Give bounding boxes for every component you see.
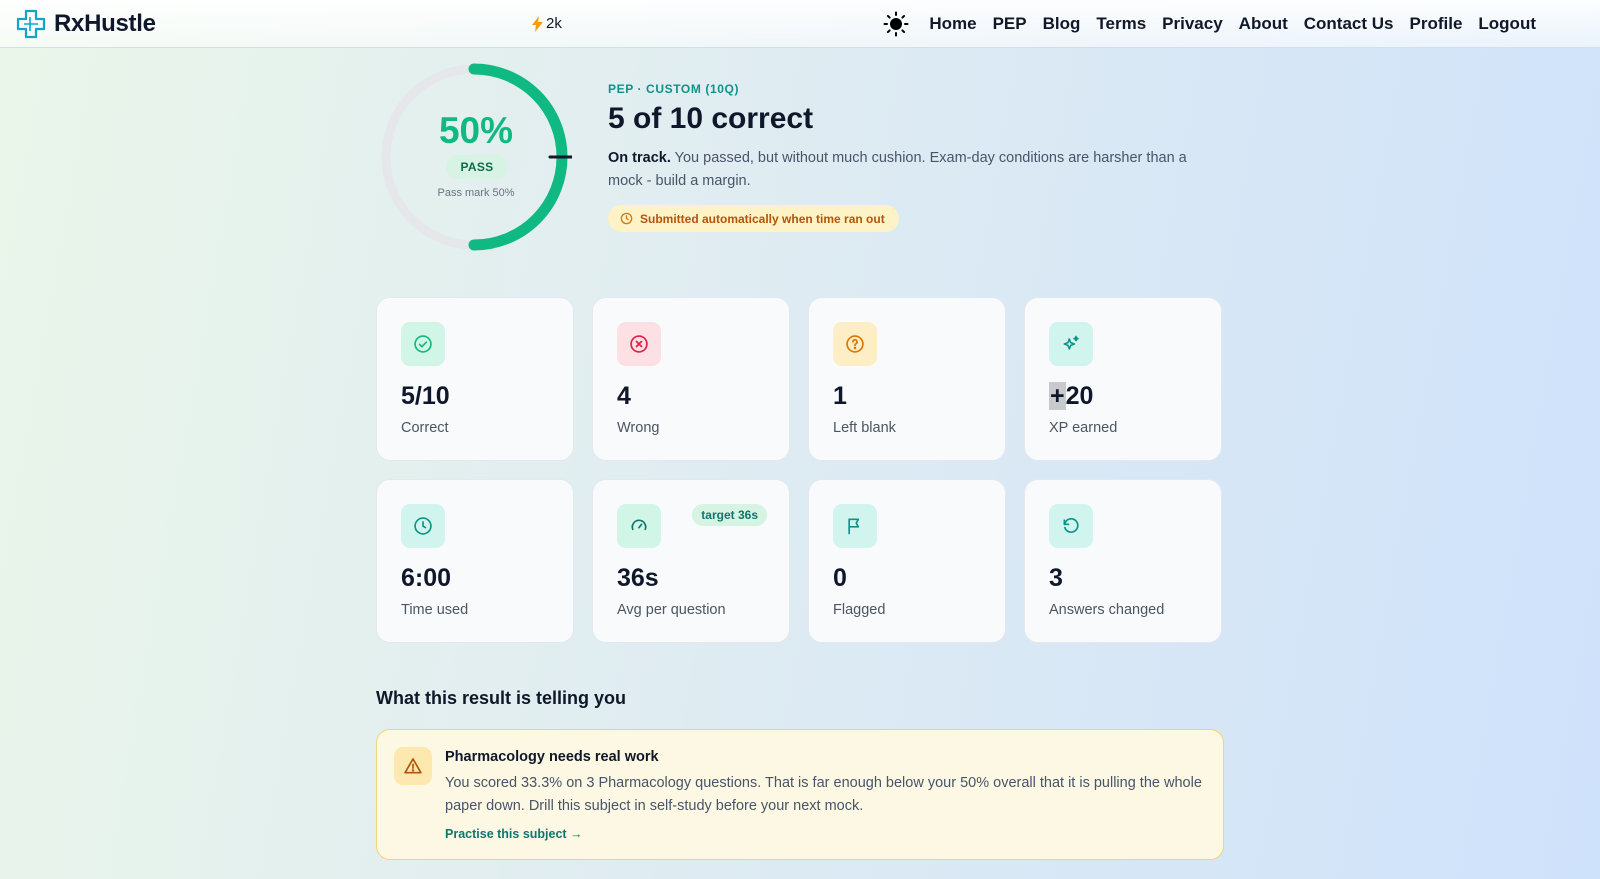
exam-kicker: PEP · CUSTOM (10Q) — [608, 82, 740, 96]
nav-pep[interactable]: PEP — [993, 14, 1027, 34]
score-percent: 50% — [438, 110, 514, 151]
stat-label: Flagged — [833, 602, 886, 618]
insight-card: Pharmacology needs real work You scored … — [376, 729, 1224, 860]
nav-contact-us[interactable]: Contact Us — [1304, 14, 1394, 34]
stat-value: 4 — [617, 382, 631, 410]
question-circle-icon — [846, 335, 864, 353]
xp-amount: 20 — [1065, 382, 1094, 410]
pass-mark-label: Pass mark 50% — [437, 187, 515, 199]
sparkles-icon — [1063, 335, 1079, 350]
stats-grid: 5/10 Correct 4 Wrong 1 Left blank +20 XP… — [376, 297, 1224, 643]
stat-value: +20 — [1049, 382, 1093, 411]
warning-triangle-icon — [404, 758, 422, 774]
clock-icon — [620, 212, 633, 225]
stat-card-left-blank: 1 Left blank — [808, 297, 1006, 461]
brand-name: RxHustle — [54, 10, 156, 37]
xp-streak-indicator: 2k — [532, 15, 562, 32]
nav-blog[interactable]: Blog — [1043, 14, 1081, 34]
stat-icon-tile — [833, 322, 877, 366]
practise-subject-link[interactable]: Practise this subject → — [445, 827, 583, 841]
stat-card-xp: +20 XP earned — [1024, 297, 1222, 461]
nav-logout[interactable]: Logout — [1478, 14, 1536, 34]
theme-toggle-button[interactable] — [883, 11, 909, 37]
nav-profile[interactable]: Profile — [1410, 14, 1463, 34]
target-badge: target 36s — [692, 504, 767, 526]
stat-label: Answers changed — [1049, 602, 1165, 618]
clock-icon — [414, 517, 432, 535]
stat-label: XP earned — [1049, 420, 1118, 436]
result-summary: On track. You passed, but without much c… — [608, 147, 1218, 193]
stat-label: Left blank — [833, 420, 896, 436]
streak-value: 2k — [546, 15, 562, 32]
stat-value: 36s — [617, 564, 659, 592]
flag-icon — [848, 518, 860, 535]
medical-cross-logo-icon — [16, 9, 46, 39]
lightning-icon — [532, 15, 543, 32]
stat-card-avg-per-question: target 36s 36s Avg per question — [592, 479, 790, 643]
page-title: 5 of 10 correct — [608, 102, 814, 135]
nav-terms[interactable]: Terms — [1096, 14, 1146, 34]
undo-icon — [1063, 518, 1079, 533]
stat-value: 6:00 — [401, 564, 452, 592]
status-badge: PASS — [446, 155, 508, 179]
stat-value: 5/10 — [401, 382, 450, 410]
gauge-icon — [631, 519, 647, 531]
nav-home[interactable]: Home — [929, 14, 976, 34]
stat-label: Correct — [401, 420, 449, 436]
stat-icon-tile — [617, 504, 661, 548]
insight-title: Pharmacology needs real work — [445, 749, 659, 765]
x-circle-icon — [630, 335, 648, 353]
main-nav: Home PEP Blog Terms Privacy About Contac… — [883, 11, 1536, 37]
stat-icon-tile — [833, 504, 877, 548]
stat-icon-tile — [617, 322, 661, 366]
stat-card-wrong: 4 Wrong — [592, 297, 790, 461]
summary-text: You passed, but without much cushion. Ex… — [608, 150, 1187, 189]
stat-value: 3 — [1049, 564, 1063, 592]
xp-plus-sign: + — [1049, 382, 1066, 410]
stat-icon-tile — [401, 504, 445, 548]
stat-value: 0 — [833, 564, 847, 592]
stat-label: Time used — [401, 602, 469, 618]
check-circle-icon — [414, 335, 432, 353]
brand-link[interactable]: RxHustle — [15, 8, 156, 40]
summary-lead: On track. — [608, 150, 671, 166]
stat-value: 1 — [833, 382, 847, 410]
stat-card-answers-changed: 3 Answers changed — [1024, 479, 1222, 643]
nav-about[interactable]: About — [1239, 14, 1288, 34]
nav-privacy[interactable]: Privacy — [1162, 14, 1223, 34]
stat-label: Avg per question — [617, 602, 726, 618]
sun-icon — [883, 11, 909, 37]
stat-card-time-used: 6:00 Time used — [376, 479, 574, 643]
auto-submit-text: Submitted automatically when time ran ou… — [640, 211, 885, 226]
insight-body: You scored 33.3% on 3 Pharmacology quest… — [445, 775, 1202, 814]
stat-card-flagged: 0 Flagged — [808, 479, 1006, 643]
insights-heading: What this result is telling you — [376, 688, 627, 708]
insight-icon-tile — [394, 747, 432, 785]
stat-icon-tile — [1049, 504, 1093, 548]
auto-submit-notice: Submitted automatically when time ran ou… — [608, 205, 899, 232]
stat-icon-tile — [401, 322, 445, 366]
top-navbar: RxHustle 2k Home PEP Blog Terms Privacy … — [0, 0, 1600, 48]
stat-label: Wrong — [617, 420, 660, 436]
stat-card-correct: 5/10 Correct — [376, 297, 574, 461]
stat-icon-tile — [1049, 322, 1093, 366]
